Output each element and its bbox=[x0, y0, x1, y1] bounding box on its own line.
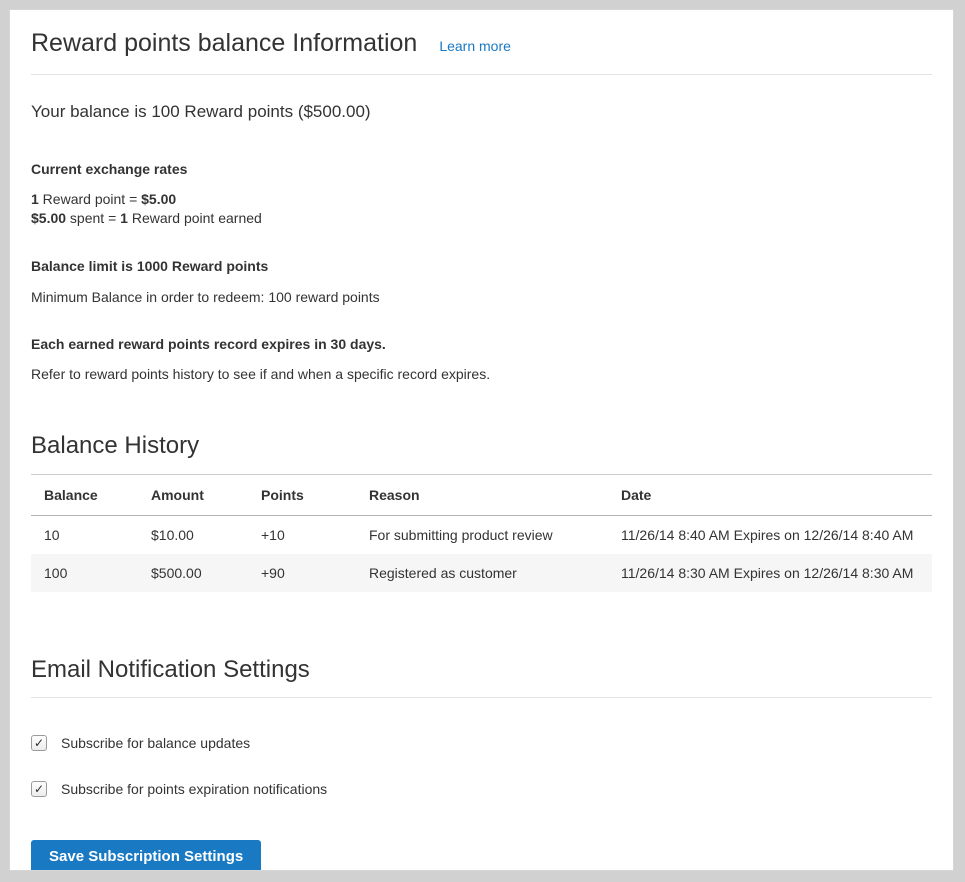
table-row: 10 $10.00 +10 For submitting product rev… bbox=[31, 516, 932, 555]
exchange-rates-heading: Current exchange rates bbox=[31, 161, 932, 177]
exchange-rate-lines: 1 Reward point = $5.00 $5.00 spent = 1 R… bbox=[31, 190, 932, 228]
balance-summary: Your balance is 100 Reward points ($500.… bbox=[31, 102, 932, 122]
cell-balance: 10 bbox=[31, 516, 138, 555]
column-header-balance: Balance bbox=[31, 475, 138, 516]
minimum-balance-note: Minimum Balance in order to redeem: 100 … bbox=[31, 289, 932, 305]
learn-more-link[interactable]: Learn more bbox=[439, 38, 511, 54]
column-header-reason: Reason bbox=[356, 475, 608, 516]
cell-amount: $10.00 bbox=[138, 516, 248, 555]
cell-amount: $500.00 bbox=[138, 554, 248, 592]
cell-reason: Registered as customer bbox=[356, 554, 608, 592]
page-title: Reward points balance Information bbox=[31, 29, 417, 58]
balance-limit-heading: Balance limit is 1000 Reward points bbox=[31, 258, 932, 274]
cell-points: +90 bbox=[248, 554, 356, 592]
page-header: Reward points balance Information Learn … bbox=[31, 23, 932, 75]
column-header-date: Date bbox=[608, 475, 932, 516]
exchange-rate-line-1: 1 Reward point = $5.00 bbox=[31, 190, 932, 209]
balance-updates-checkbox[interactable]: ✓ bbox=[31, 735, 47, 751]
column-header-points: Points bbox=[248, 475, 356, 516]
reward-points-card: Reward points balance Information Learn … bbox=[9, 9, 954, 871]
balance-history-heading: Balance History bbox=[31, 432, 932, 460]
expiration-note: Refer to reward points history to see if… bbox=[31, 366, 932, 382]
points-expiration-checkbox[interactable]: ✓ bbox=[31, 781, 47, 797]
table-header-row: Balance Amount Points Reason Date bbox=[31, 475, 932, 516]
checkmark-icon: ✓ bbox=[34, 737, 44, 749]
email-notification-settings-heading: Email Notification Settings bbox=[31, 656, 932, 698]
cell-reason: For submitting product review bbox=[356, 516, 608, 555]
balance-history-table: Balance Amount Points Reason Date 10 $10… bbox=[31, 474, 932, 592]
expiration-heading: Each earned reward points record expires… bbox=[31, 336, 932, 352]
cell-date: 11/26/14 8:40 AM Expires on 12/26/14 8:4… bbox=[608, 516, 932, 555]
points-expiration-option[interactable]: ✓ Subscribe for points expiration notifi… bbox=[31, 781, 932, 797]
exchange-rate-line-2: $5.00 spent = 1 Reward point earned bbox=[31, 209, 932, 228]
points-expiration-label: Subscribe for points expiration notifica… bbox=[61, 781, 327, 797]
table-row: 100 $500.00 +90 Registered as customer 1… bbox=[31, 554, 932, 592]
cell-balance: 100 bbox=[31, 554, 138, 592]
balance-updates-option[interactable]: ✓ Subscribe for balance updates bbox=[31, 735, 932, 751]
save-subscription-settings-button[interactable]: Save Subscription Settings bbox=[31, 840, 261, 871]
column-header-amount: Amount bbox=[138, 475, 248, 516]
cell-date: 11/26/14 8:30 AM Expires on 12/26/14 8:3… bbox=[608, 554, 932, 592]
cell-points: +10 bbox=[248, 516, 356, 555]
balance-updates-label: Subscribe for balance updates bbox=[61, 735, 250, 751]
checkmark-icon: ✓ bbox=[34, 783, 44, 795]
